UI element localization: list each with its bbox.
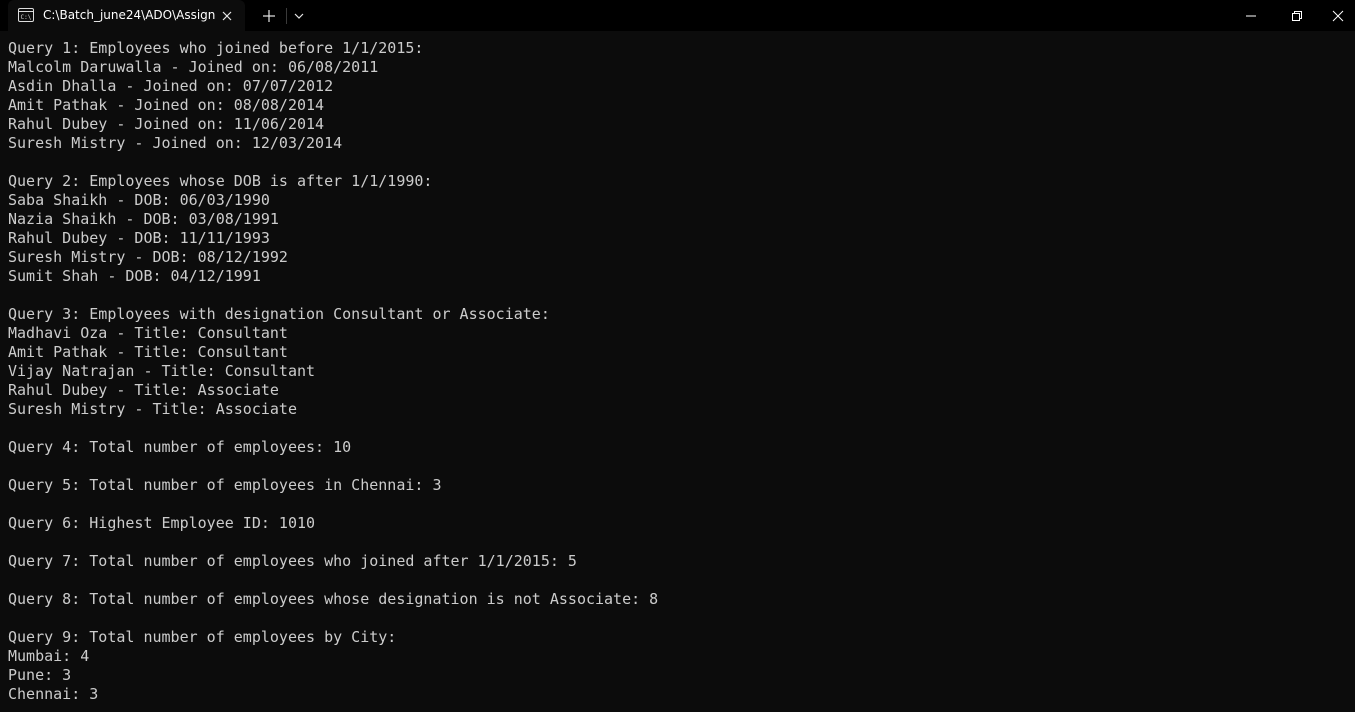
- console-line: Rahul Dubey - Title: Associate: [8, 381, 279, 399]
- console-line: Query 5: Total number of employees in Ch…: [8, 476, 442, 494]
- chevron-down-icon[interactable]: [288, 5, 310, 27]
- console-line: Chennai: 3: [8, 685, 99, 703]
- console-line: Query 4: Total number of employees: 10: [8, 438, 352, 456]
- console-line: Query 7: Total number of employees who j…: [8, 552, 577, 570]
- console-line: Rahul Dubey - Joined on: 11/06/2014: [8, 115, 325, 133]
- console-line: Sumit Shah - DOB: 04/12/1991: [8, 267, 261, 285]
- console-line: Mumbai: 4: [8, 647, 90, 665]
- terminal-tab[interactable]: C:\ C:\Batch_june24\ADO\Assignm: [8, 0, 245, 31]
- console-line: Nazia Shaikh - DOB: 03/08/1991: [8, 210, 279, 228]
- title-bar: C:\ C:\Batch_june24\ADO\Assignm: [0, 0, 1355, 31]
- console-line: Asdin Dhalla - Joined on: 07/07/2012: [8, 77, 334, 95]
- console-line: Madhavi Oza - Title: Consultant: [8, 324, 288, 342]
- console-line: Suresh Mistry - DOB: 08/12/1992: [8, 248, 288, 266]
- console-line: Saba Shaikh - DOB: 06/03/1990: [8, 191, 270, 209]
- plus-icon[interactable]: [257, 5, 281, 27]
- console-line: Amit Pathak - Joined on: 08/08/2014: [8, 96, 325, 114]
- maximize-icon[interactable]: [1274, 0, 1320, 31]
- console-line: Malcolm Daruwalla - Joined on: 06/08/201…: [8, 58, 379, 76]
- close-window-icon[interactable]: [1320, 0, 1355, 31]
- tab-title: C:\Batch_june24\ADO\Assignm: [43, 8, 215, 22]
- console-line: Vijay Natrajan - Title: Consultant: [8, 362, 316, 380]
- svg-text:C:\: C:\: [21, 14, 32, 21]
- console-line: Query 1: Employees who joined before 1/1…: [8, 39, 424, 57]
- console-line: Query 2: Employees whose DOB is after 1/…: [8, 172, 433, 190]
- tab-divider: [286, 8, 287, 24]
- close-icon[interactable]: [218, 7, 236, 25]
- console-line: Amit Pathak - Title: Consultant: [8, 343, 288, 361]
- console-lines: Query 1: Employees who joined before 1/1…: [8, 39, 658, 704]
- console-icon: C:\: [18, 8, 34, 22]
- console-line: Pune: 3: [8, 666, 72, 684]
- console-line: Rahul Dubey - DOB: 11/11/1993: [8, 229, 270, 247]
- console-output[interactable]: Query 1: Employees who joined before 1/1…: [0, 31, 1355, 712]
- console-line: Query 9: Total number of employees by Ci…: [8, 628, 397, 646]
- console-line: Query 3: Employees with designation Cons…: [8, 305, 550, 323]
- console-line: Query 6: Highest Employee ID: 1010: [8, 514, 316, 532]
- minimize-icon[interactable]: [1228, 0, 1274, 31]
- console-line: Suresh Mistry - Title: Associate: [8, 400, 297, 418]
- terminal-window: C:\ C:\Batch_june24\ADO\Assignm Query 1:…: [0, 0, 1355, 712]
- console-line: Suresh Mistry - Joined on: 12/03/2014: [8, 134, 343, 152]
- console-line: Query 8: Total number of employees whose…: [8, 590, 659, 608]
